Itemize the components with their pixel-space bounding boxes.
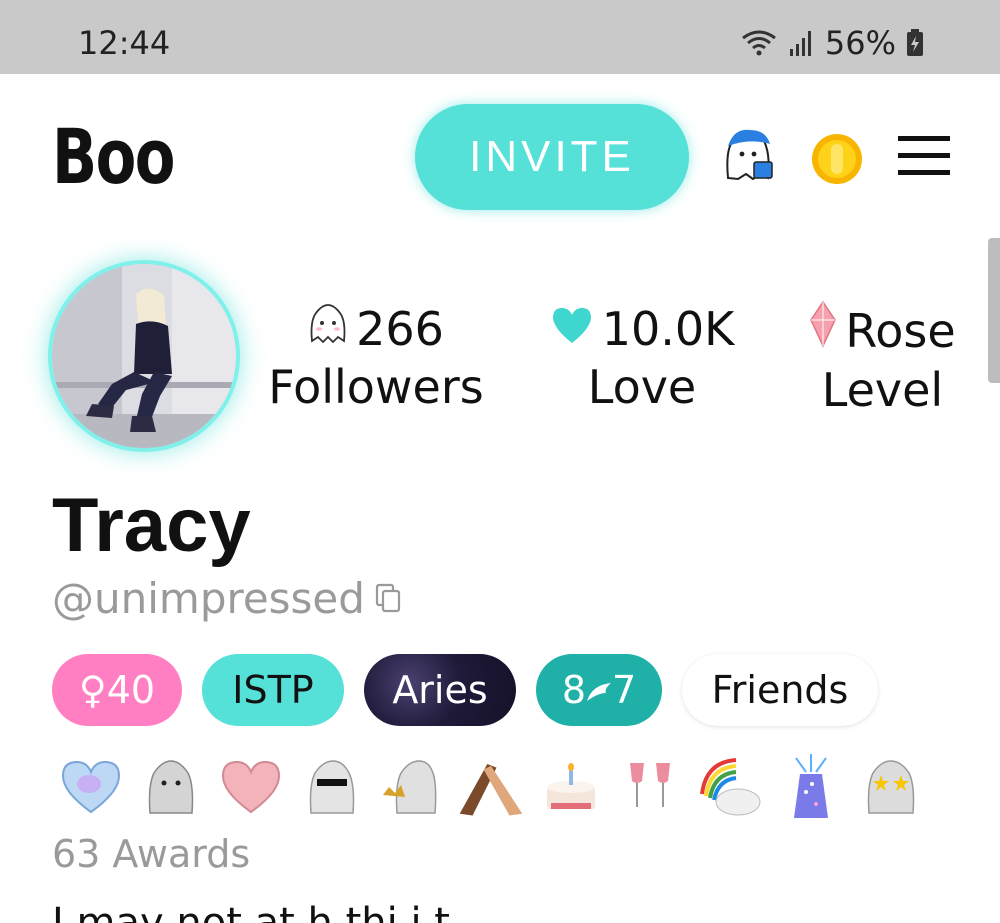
birthday-cake-icon bbox=[536, 752, 606, 822]
crystal-heart-icon bbox=[56, 752, 126, 822]
hamburger-menu-icon[interactable] bbox=[898, 134, 950, 183]
star-eyes-ghost-icon bbox=[856, 752, 926, 822]
rose-gem-icon bbox=[809, 300, 837, 361]
enneagram-wing: 7 bbox=[612, 668, 637, 712]
status-time: 12:44 bbox=[78, 24, 171, 62]
cool-ghost-icon bbox=[296, 752, 366, 822]
scrollbar-thumb[interactable] bbox=[988, 238, 1000, 383]
coin-icon[interactable] bbox=[810, 132, 864, 191]
status-bar: 12:44 56% bbox=[0, 0, 1000, 74]
app-logo: Boo bbox=[52, 112, 176, 201]
profile-handle: @unimpressed bbox=[52, 574, 365, 623]
profile-avatar[interactable] bbox=[52, 264, 236, 448]
looking-for-chip[interactable]: Friends bbox=[682, 654, 878, 726]
followers-stat[interactable]: 266 Followers bbox=[266, 300, 486, 416]
awards-row[interactable] bbox=[56, 752, 926, 822]
level-name: Rose bbox=[845, 303, 956, 358]
ghost-award-icon bbox=[136, 752, 206, 822]
profile-name: Tracy bbox=[52, 483, 251, 568]
enneagram-chip[interactable]: 8 7 bbox=[536, 654, 662, 726]
love-stat[interactable]: 10.0K Love bbox=[532, 300, 752, 416]
signal-icon bbox=[789, 29, 815, 57]
zodiac-chip[interactable]: Aries bbox=[364, 654, 516, 726]
awards-count: 63 Awards bbox=[52, 832, 251, 876]
sparkle-gift-icon bbox=[776, 752, 846, 822]
handshake-icon bbox=[456, 752, 526, 822]
level-stat[interactable]: Rose Level bbox=[790, 300, 975, 419]
crown-ghost-icon bbox=[376, 752, 446, 822]
pink-heart-icon bbox=[216, 752, 286, 822]
ghost-icon bbox=[308, 300, 348, 358]
app-header: Boo INVITE bbox=[0, 74, 1000, 234]
status-right: 56% bbox=[739, 24, 924, 62]
followers-label: Followers bbox=[268, 360, 484, 414]
mbti-chip[interactable]: ISTP bbox=[202, 654, 344, 726]
wifi-icon bbox=[739, 28, 779, 58]
wing-icon bbox=[586, 668, 612, 712]
love-count: 10.0K bbox=[601, 302, 735, 356]
level-label: Level bbox=[821, 363, 944, 417]
wine-glasses-icon bbox=[616, 752, 686, 822]
enneagram-type: 8 bbox=[561, 668, 586, 712]
avatar-photo bbox=[52, 264, 236, 448]
gender-age-chip[interactable]: ♀40 bbox=[52, 654, 182, 726]
copy-icon[interactable] bbox=[375, 574, 401, 623]
bio-preview: I may not at h thi i t bbox=[52, 900, 450, 923]
handle-row: @unimpressed bbox=[52, 574, 401, 623]
heart-icon bbox=[550, 300, 594, 358]
love-label: Love bbox=[587, 360, 697, 414]
profile-chips: ♀40 ISTP Aries 8 7 Friends bbox=[52, 654, 878, 726]
ghost-shop-icon[interactable] bbox=[720, 126, 778, 189]
invite-button[interactable]: INVITE bbox=[415, 104, 689, 210]
followers-count: 266 bbox=[356, 302, 444, 356]
battery-percent: 56% bbox=[824, 24, 896, 62]
battery-icon bbox=[906, 29, 924, 57]
rainbow-cloud-icon bbox=[696, 752, 766, 822]
